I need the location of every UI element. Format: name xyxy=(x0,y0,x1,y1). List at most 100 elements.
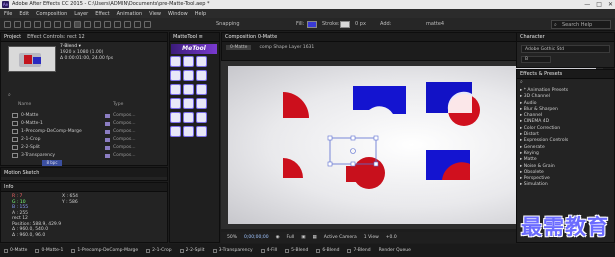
exposure-value[interactable]: +0.0 xyxy=(386,235,397,240)
matte-tool-button[interactable] xyxy=(196,84,207,95)
timeline-tab[interactable]: 2-1-Crop xyxy=(146,248,172,253)
render-queue-tab[interactable]: Render Queue xyxy=(379,248,411,253)
pan-behind-tool-icon[interactable] xyxy=(64,21,71,28)
menu-file[interactable]: File xyxy=(4,11,12,17)
matte-tool-button[interactable] xyxy=(170,84,181,95)
matte-tool-button[interactable] xyxy=(196,112,207,123)
matte-tool-button[interactable] xyxy=(170,56,181,67)
tab-composition[interactable]: Composition 0-Matte xyxy=(225,34,277,40)
timeline-tab[interactable]: 0-Matte xyxy=(4,248,27,253)
matte-tool-button[interactable] xyxy=(196,126,207,137)
column-type[interactable]: Type xyxy=(113,102,123,110)
roto-brush-tool-icon[interactable] xyxy=(134,21,141,28)
zoom-tool-icon[interactable] xyxy=(34,21,41,28)
list-item[interactable]: 0-Matte Compos... xyxy=(8,112,166,119)
list-item[interactable]: 2-2-Split Compos... xyxy=(8,144,166,151)
menu-help[interactable]: Help xyxy=(195,11,206,17)
timeline-tab[interactable]: 3-Transparency xyxy=(212,248,253,253)
menu-edit[interactable]: Edit xyxy=(19,11,29,17)
maximize-button[interactable]: □ xyxy=(596,0,602,9)
menu-composition[interactable]: Composition xyxy=(36,11,67,17)
info-values: R : 7 G : 10 B : 155 A : 255 rect 12 Pos… xyxy=(12,194,61,238)
eraser-tool-icon[interactable] xyxy=(124,21,131,28)
menu-effect[interactable]: Effect xyxy=(95,11,109,17)
matte-tool-button[interactable] xyxy=(196,56,207,67)
timeline-tab[interactable]: 6-Blend xyxy=(316,248,339,253)
close-button[interactable]: ✕ xyxy=(608,0,613,9)
font-family-dropdown[interactable]: Adobe Gothic Std xyxy=(521,45,610,53)
resolution-dropdown[interactable]: Full xyxy=(287,235,295,240)
snapping-label[interactable]: Snapping xyxy=(216,21,240,28)
font-style-dropdown[interactable]: B xyxy=(521,56,551,63)
menu-view[interactable]: View xyxy=(149,11,161,17)
matte-tool-button[interactable] xyxy=(196,70,207,81)
add-value[interactable]: matte4 xyxy=(426,21,444,28)
list-item[interactable]: 0-Matte-1 Compos... xyxy=(8,120,166,127)
project-column-header: Name Type xyxy=(8,102,168,110)
effects-search-input[interactable]: ⌕ xyxy=(517,79,614,87)
timeline-tab[interactable]: 0-Matte-1 xyxy=(35,248,63,253)
menu-layer[interactable]: Layer xyxy=(74,11,88,17)
tab-matte-tool[interactable]: MatteTool ≡ xyxy=(173,34,203,40)
stroke-size-value[interactable]: 0 px xyxy=(355,21,366,28)
type-tool-icon[interactable] xyxy=(94,21,101,28)
tab-project[interactable]: Project xyxy=(4,34,21,40)
matte-tool-button[interactable] xyxy=(170,126,181,137)
timeline-tab[interactable]: 7-Blend xyxy=(347,248,371,253)
matte-tool-button[interactable] xyxy=(196,98,207,109)
watermark-text: 最需教育 xyxy=(521,215,609,239)
transparency-grid-icon[interactable]: ▦ xyxy=(313,235,317,240)
timecode-display[interactable]: 0;00;00;00 xyxy=(244,235,269,240)
comp-sub-tab[interactable]: 0-Matte xyxy=(226,44,252,50)
active-camera-dropdown[interactable]: Active Camera xyxy=(324,235,357,240)
matte-tool-button[interactable] xyxy=(183,56,194,67)
list-item[interactable]: 2-1-Crop Compos... xyxy=(8,136,166,143)
search-help-input[interactable]: ⌕ Search Help xyxy=(551,20,611,29)
bpc-badge[interactable]: 8 bpc xyxy=(42,160,62,166)
matte-tool-button[interactable] xyxy=(183,112,194,123)
home-icon[interactable] xyxy=(4,21,11,28)
minimize-button[interactable]: — xyxy=(584,0,590,9)
tab-info[interactable]: Info xyxy=(4,184,13,190)
tab-effect-controls[interactable]: Effect Controls: rect 12 xyxy=(27,34,85,40)
matte-tool-button[interactable] xyxy=(170,70,181,81)
matte-tool-button[interactable] xyxy=(183,70,194,81)
list-item[interactable]: 1-Precomp-DeComp-Marge Compos... xyxy=(8,128,166,135)
timeline-tab[interactable]: 4-Fill xyxy=(260,248,277,253)
brush-tool-icon[interactable] xyxy=(104,21,111,28)
menu-window[interactable]: Window xyxy=(168,11,188,17)
camera-tool-icon[interactable] xyxy=(54,21,61,28)
timeline-tab[interactable]: 5-Blend xyxy=(285,248,308,253)
hand-tool-icon[interactable] xyxy=(24,21,31,28)
matte-tool-button[interactable] xyxy=(183,98,194,109)
add-label[interactable]: Add: xyxy=(380,21,391,28)
region-icon[interactable]: ▣ xyxy=(301,235,305,240)
pen-tool-icon[interactable] xyxy=(84,21,91,28)
project-search-input[interactable]: ⌕ xyxy=(8,92,163,100)
timeline-tab[interactable]: 2-2-Split xyxy=(179,248,205,253)
camera-icon[interactable]: ◉ xyxy=(276,235,280,240)
fill-swatch[interactable] xyxy=(307,21,317,28)
matte-tool-button[interactable] xyxy=(170,98,181,109)
matte-tool-button[interactable] xyxy=(183,126,194,137)
rectangle-tool-icon[interactable] xyxy=(74,21,81,28)
list-item[interactable]: 3-Transparency Compos... xyxy=(8,152,166,159)
matte-tool-button[interactable] xyxy=(170,112,181,123)
column-name[interactable]: Name xyxy=(8,102,113,110)
matte-tool-button[interactable] xyxy=(183,84,194,95)
clone-stamp-tool-icon[interactable] xyxy=(114,21,121,28)
timeline-tab[interactable]: 1-Precomp-DeComp-Marge xyxy=(71,248,138,253)
rotate-tool-icon[interactable] xyxy=(44,21,51,28)
selected-comp-duration: Δ 0:00:01:00, 24.00 fps xyxy=(60,56,114,61)
effects-item[interactable]: ▸ Simulation xyxy=(520,182,568,188)
tab-character[interactable]: Character xyxy=(520,34,545,40)
menu-animation[interactable]: Animation xyxy=(117,11,143,17)
tab-motion-sketch[interactable]: Motion Sketch xyxy=(4,170,39,176)
puppet-tool-icon[interactable] xyxy=(144,21,151,28)
window-title: Adobe After Effects CC 2015 - C:\Users\A… xyxy=(12,1,210,7)
stroke-swatch[interactable] xyxy=(340,21,350,28)
tab-effects-presets[interactable]: Effects & Presets xyxy=(520,71,562,77)
view-layout-dropdown[interactable]: 1 View xyxy=(364,235,379,240)
selection-tool-icon[interactable] xyxy=(14,21,21,28)
zoom-dropdown[interactable]: 50% xyxy=(227,235,237,240)
